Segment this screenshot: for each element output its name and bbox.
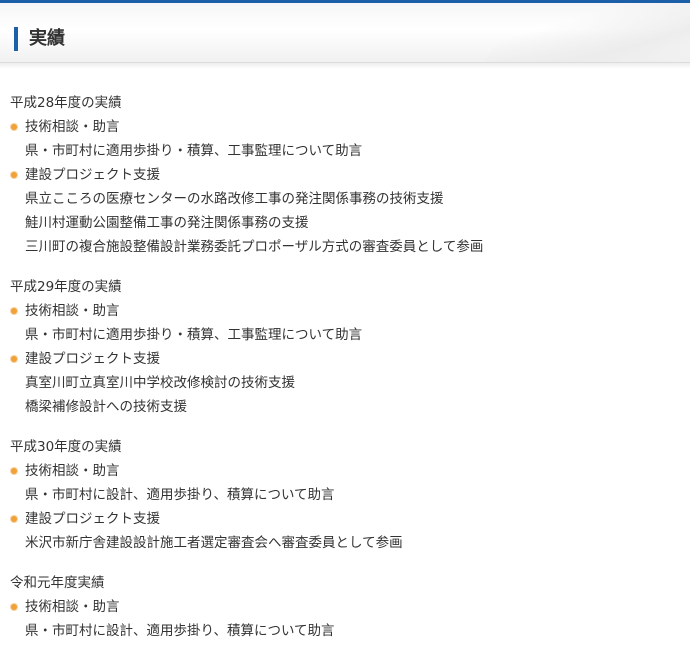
year-title: 令和元年度実績 xyxy=(10,575,105,591)
bullet-icon xyxy=(11,468,17,474)
year-section: 平成28年度の実績技術相談・助言県・市町村に適用歩掛り・積算、工事監理について助… xyxy=(10,91,690,259)
achievement-item: 県・市町村に設計、適用歩掛り、積算について助言 xyxy=(25,487,335,503)
year-title: 平成30年度の実績 xyxy=(10,439,122,455)
category-label: 建設プロジェクト支援 xyxy=(25,167,160,183)
bullet-icon xyxy=(11,516,17,522)
achievement-item: 橋梁補修設計への技術支援 xyxy=(25,399,187,415)
category-label: 技術相談・助言 xyxy=(25,303,120,319)
bullet-icon xyxy=(11,124,17,130)
achievement-item: 真室川町立真室川中学校改修検討の技術支援 xyxy=(25,375,295,391)
achievement-item: 三川町の複合施設整備設計業務委託プロポーザル方式の審査委員として参画 xyxy=(25,239,484,255)
achievement-item: 県立こころの医療センターの水路改修工事の発注関係事務の技術支援 xyxy=(25,191,444,207)
category-label: 技術相談・助言 xyxy=(25,599,120,615)
bullet-icon xyxy=(11,172,17,178)
bullet-icon xyxy=(11,356,17,362)
section-header: 実績 xyxy=(0,3,690,63)
achievement-item: 県・市町村に設計、適用歩掛り、積算について助言 xyxy=(25,623,335,639)
bullet-icon xyxy=(11,604,17,610)
achievement-item: 米沢市新庁舎建設設計施工者選定審査会へ審査委員として参画 xyxy=(25,535,403,551)
category-item: 技術相談・助言 xyxy=(10,115,690,139)
header-decoration xyxy=(461,3,690,62)
year-title: 平成29年度の実績 xyxy=(10,279,122,295)
header-accent-bar xyxy=(14,27,18,51)
achievements-content: 平成28年度の実績 技術相談・助言 県・市町村に適用歩掛り・積算、工事監理について助… xyxy=(0,69,690,643)
achievement-item: 県・市町村に適用歩掛り・積算、工事監理について助言 xyxy=(25,143,363,159)
category-item: 建設プロジェクト支援 xyxy=(10,507,690,531)
year-section: 平成29年度の実績技術相談・助言県・市町村に適用歩掛り・積算、工事監理について助… xyxy=(10,275,690,419)
category-label: 技術相談・助言 xyxy=(25,119,120,135)
category-item: 建設プロジェクト支援 xyxy=(10,163,690,187)
category-item: 建設プロジェクト支援 xyxy=(10,347,690,371)
year-section: 令和元年度実績技術相談・助言県・市町村に設計、適用歩掛り、積算について助言 xyxy=(10,571,690,643)
category-item: 技術相談・助言 xyxy=(10,299,690,323)
page-title: 実績 xyxy=(29,28,65,49)
category-item: 技術相談・助言 xyxy=(10,459,690,483)
category-item: 技術相談・助言 xyxy=(10,595,690,619)
year-section: 平成30年度の実績技術相談・助言県・市町村に設計、適用歩掛り、積算について助言建… xyxy=(10,435,690,555)
year-title: 平成28年度の実績 xyxy=(10,95,122,111)
category-label: 技術相談・助言 xyxy=(25,463,120,479)
bullet-icon xyxy=(11,308,17,314)
category-label: 建設プロジェクト支援 xyxy=(25,511,160,527)
category-label: 建設プロジェクト支援 xyxy=(25,351,160,367)
achievement-item: 鮭川村運動公園整備工事の発注関係事務の支援 xyxy=(25,215,309,231)
achievement-item: 県・市町村に適用歩掛り・積算、工事監理について助言 xyxy=(25,327,363,343)
